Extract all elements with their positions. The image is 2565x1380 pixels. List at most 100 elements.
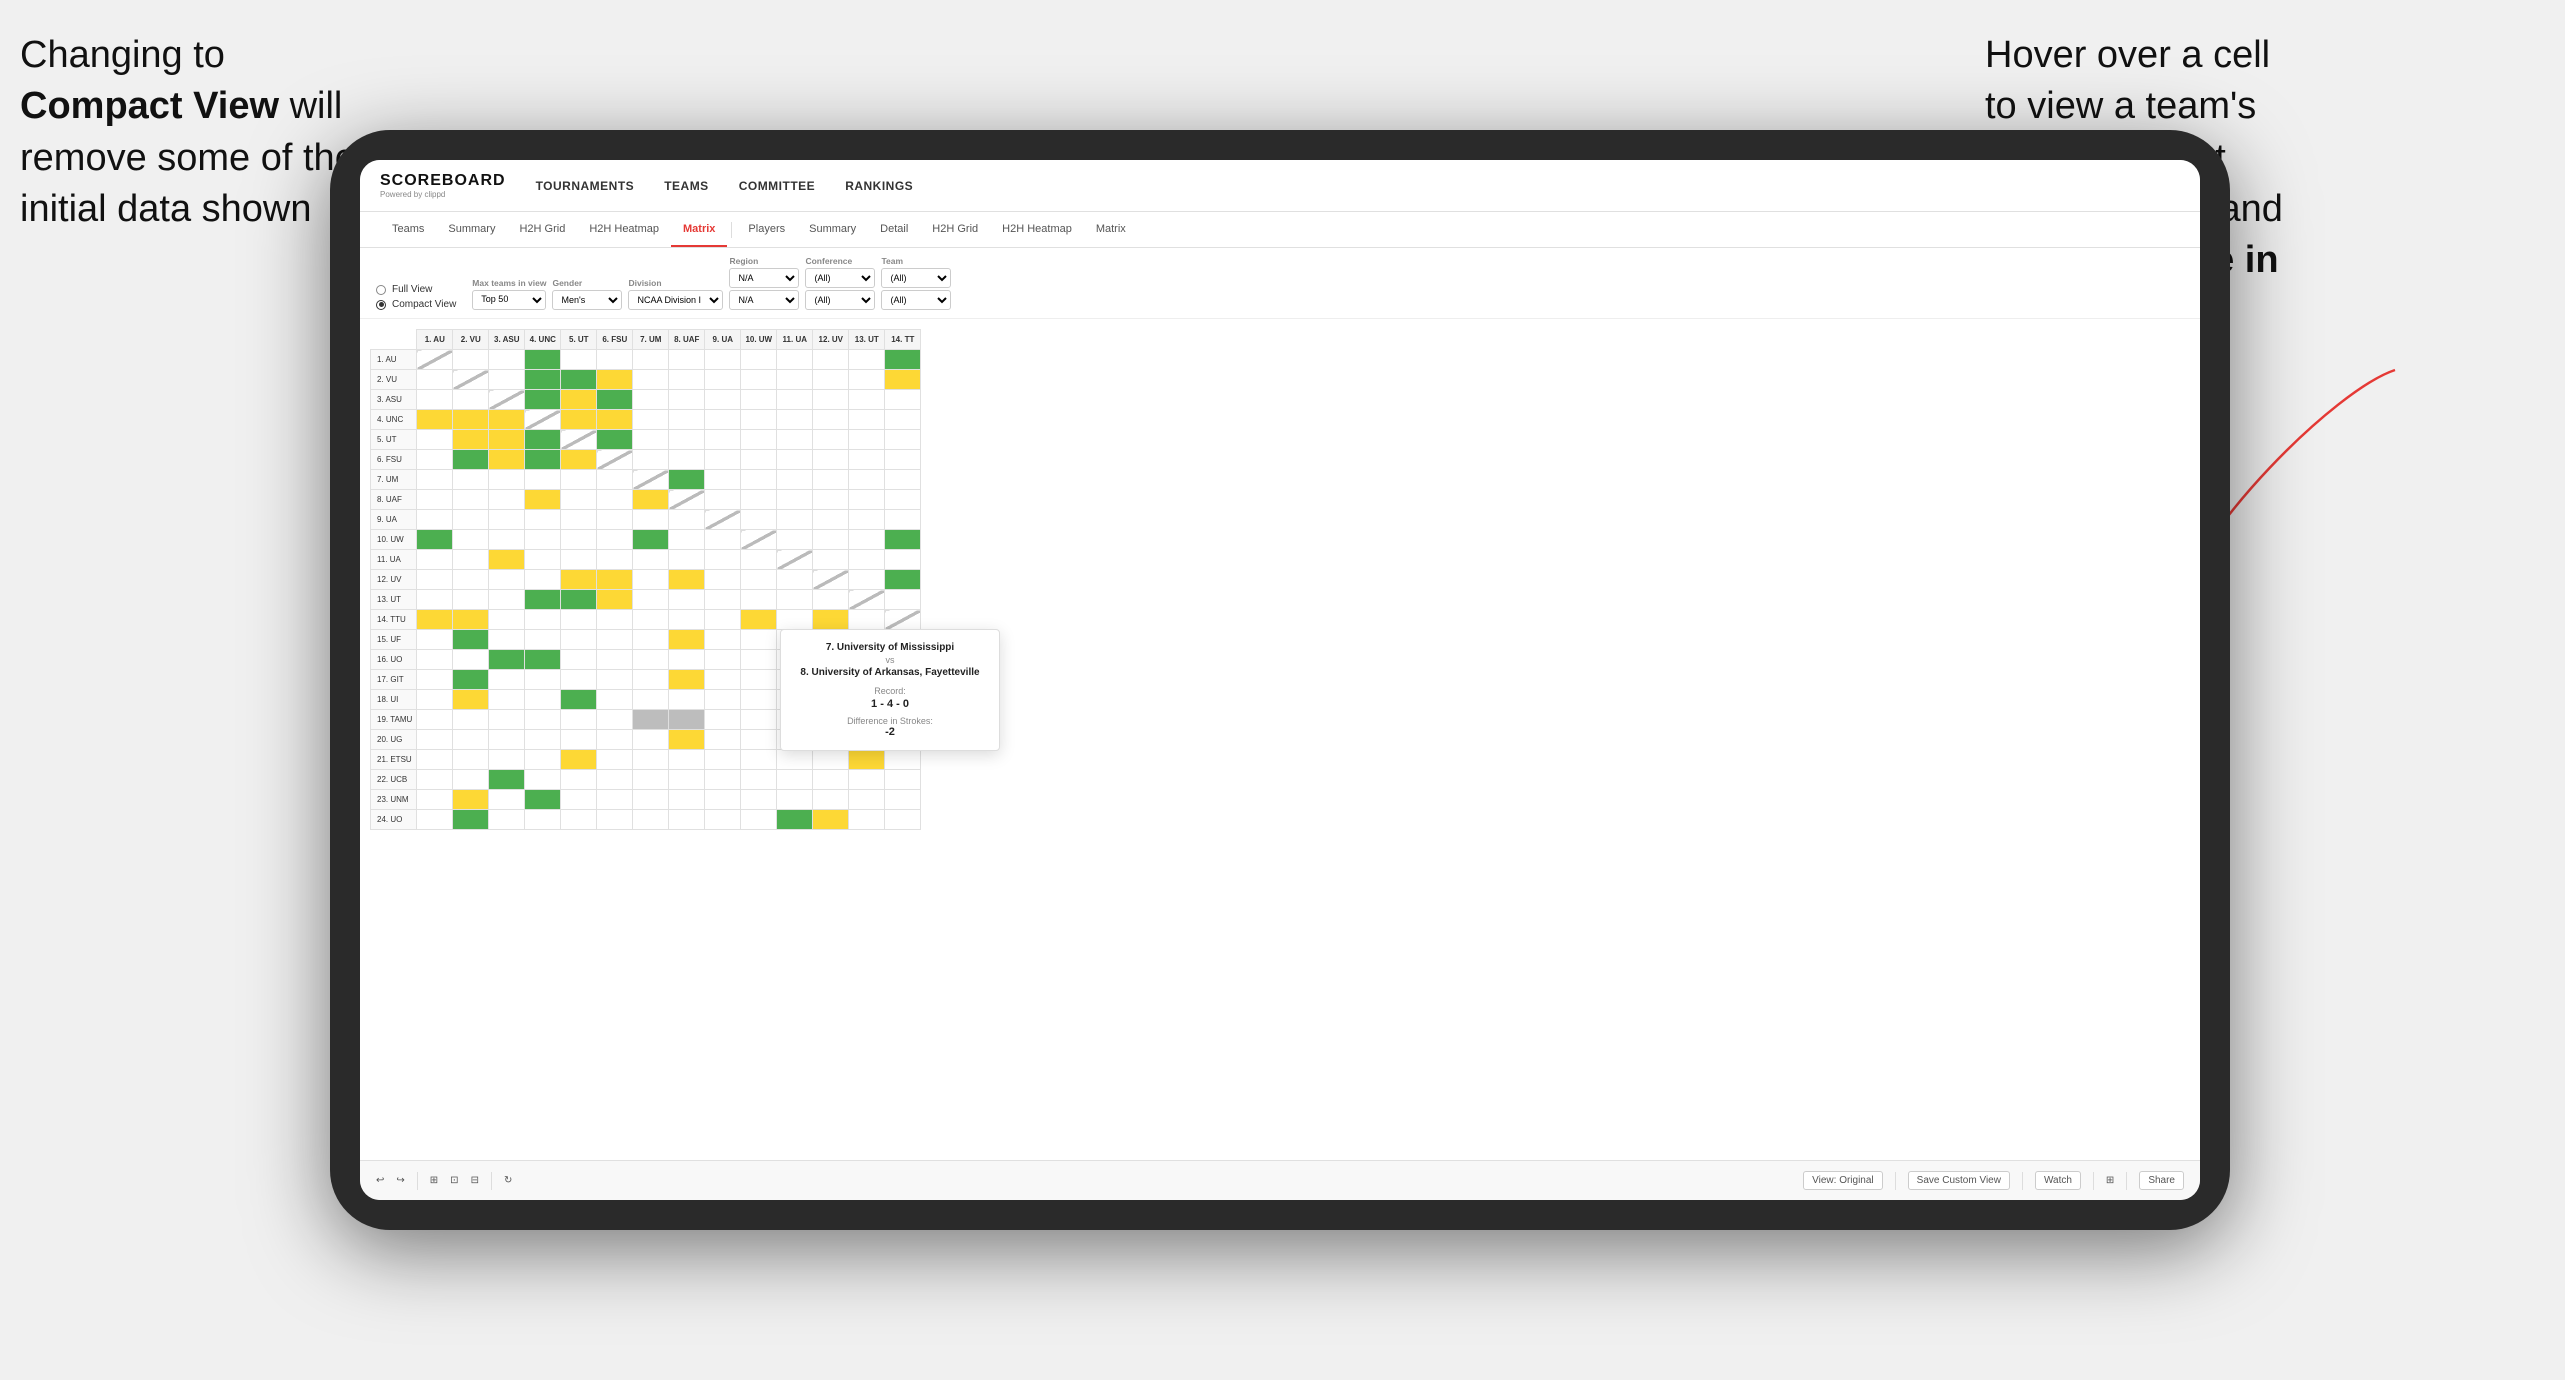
cell-9-5[interactable] <box>561 510 597 530</box>
cell-17-5[interactable] <box>561 670 597 690</box>
cell-20-2[interactable] <box>453 730 489 750</box>
cell-22-13[interactable] <box>849 770 885 790</box>
cell-4-5[interactable] <box>561 410 597 430</box>
cell-5-7[interactable] <box>633 430 669 450</box>
cell-9-9[interactable] <box>705 510 741 530</box>
cell-14-4[interactable] <box>525 610 561 630</box>
cell-19-5[interactable] <box>561 710 597 730</box>
cell-14-8[interactable] <box>669 610 705 630</box>
cell-5-5[interactable] <box>561 430 597 450</box>
cell-24-10[interactable] <box>741 810 777 830</box>
cell-20-1[interactable] <box>417 730 453 750</box>
cell-3-3[interactable] <box>489 390 525 410</box>
cell-12-3[interactable] <box>489 570 525 590</box>
cell-7-9[interactable] <box>705 470 741 490</box>
cell-1-12[interactable] <box>813 350 849 370</box>
cell-19-4[interactable] <box>525 710 561 730</box>
cell-9-14[interactable] <box>885 510 921 530</box>
cell-6-1[interactable] <box>417 450 453 470</box>
cell-21-2[interactable] <box>453 750 489 770</box>
cell-8-8[interactable] <box>669 490 705 510</box>
cell-6-9[interactable] <box>705 450 741 470</box>
cell-7-10[interactable] <box>741 470 777 490</box>
cell-19-10[interactable] <box>741 710 777 730</box>
nav-rankings[interactable]: RANKINGS <box>845 179 913 193</box>
cell-11-13[interactable] <box>849 550 885 570</box>
cell-7-6[interactable] <box>597 470 633 490</box>
cell-2-13[interactable] <box>849 370 885 390</box>
tab-matrix[interactable]: Matrix <box>671 212 727 247</box>
cell-11-10[interactable] <box>741 550 777 570</box>
cell-18-1[interactable] <box>417 690 453 710</box>
cell-11-9[interactable] <box>705 550 741 570</box>
cell-2-4[interactable] <box>525 370 561 390</box>
cell-14-13[interactable] <box>849 610 885 630</box>
cell-22-8[interactable] <box>669 770 705 790</box>
cell-13-1[interactable] <box>417 590 453 610</box>
cell-6-12[interactable] <box>813 450 849 470</box>
cell-22-14[interactable] <box>885 770 921 790</box>
cell-7-8[interactable] <box>669 470 705 490</box>
cell-5-3[interactable] <box>489 430 525 450</box>
cell-18-7[interactable] <box>633 690 669 710</box>
cell-12-9[interactable] <box>705 570 741 590</box>
cell-16-8[interactable] <box>669 650 705 670</box>
cell-10-1[interactable] <box>417 530 453 550</box>
cell-13-7[interactable] <box>633 590 669 610</box>
cell-7-7[interactable] <box>633 470 669 490</box>
cell-1-5[interactable] <box>561 350 597 370</box>
filter-gender-select[interactable]: Men's <box>552 290 622 310</box>
cell-20-7[interactable] <box>633 730 669 750</box>
cell-2-12[interactable] <box>813 370 849 390</box>
toolbar-watch[interactable]: Watch <box>2035 1171 2081 1190</box>
cell-13-13[interactable] <box>849 590 885 610</box>
cell-16-2[interactable] <box>453 650 489 670</box>
cell-11-6[interactable] <box>597 550 633 570</box>
cell-16-10[interactable] <box>741 650 777 670</box>
cell-6-13[interactable] <box>849 450 885 470</box>
cell-12-10[interactable] <box>741 570 777 590</box>
cell-16-7[interactable] <box>633 650 669 670</box>
cell-24-2[interactable] <box>453 810 489 830</box>
cell-20-5[interactable] <box>561 730 597 750</box>
cell-23-6[interactable] <box>597 790 633 810</box>
cell-4-14[interactable] <box>885 410 921 430</box>
cell-22-7[interactable] <box>633 770 669 790</box>
filter-team-select1[interactable]: (All) <box>881 268 951 288</box>
cell-23-8[interactable] <box>669 790 705 810</box>
cell-4-12[interactable] <box>813 410 849 430</box>
cell-3-13[interactable] <box>849 390 885 410</box>
cell-18-5[interactable] <box>561 690 597 710</box>
cell-9-13[interactable] <box>849 510 885 530</box>
cell-11-12[interactable] <box>813 550 849 570</box>
cell-17-10[interactable] <box>741 670 777 690</box>
cell-5-11[interactable] <box>777 430 813 450</box>
cell-13-6[interactable] <box>597 590 633 610</box>
cell-6-7[interactable] <box>633 450 669 470</box>
cell-2-10[interactable] <box>741 370 777 390</box>
cell-11-14[interactable] <box>885 550 921 570</box>
cell-13-8[interactable] <box>669 590 705 610</box>
cell-13-12[interactable] <box>813 590 849 610</box>
cell-2-7[interactable] <box>633 370 669 390</box>
cell-9-12[interactable] <box>813 510 849 530</box>
cell-17-9[interactable] <box>705 670 741 690</box>
cell-11-5[interactable] <box>561 550 597 570</box>
cell-9-3[interactable] <box>489 510 525 530</box>
cell-15-7[interactable] <box>633 630 669 650</box>
cell-6-5[interactable] <box>561 450 597 470</box>
cell-23-13[interactable] <box>849 790 885 810</box>
cell-14-1[interactable] <box>417 610 453 630</box>
cell-15-10[interactable] <box>741 630 777 650</box>
cell-22-2[interactable] <box>453 770 489 790</box>
cell-22-5[interactable] <box>561 770 597 790</box>
cell-14-7[interactable] <box>633 610 669 630</box>
cell-20-6[interactable] <box>597 730 633 750</box>
cell-22-11[interactable] <box>777 770 813 790</box>
cell-15-6[interactable] <box>597 630 633 650</box>
cell-10-9[interactable] <box>705 530 741 550</box>
cell-1-3[interactable] <box>489 350 525 370</box>
cell-14-5[interactable] <box>561 610 597 630</box>
cell-12-12[interactable] <box>813 570 849 590</box>
cell-8-12[interactable] <box>813 490 849 510</box>
